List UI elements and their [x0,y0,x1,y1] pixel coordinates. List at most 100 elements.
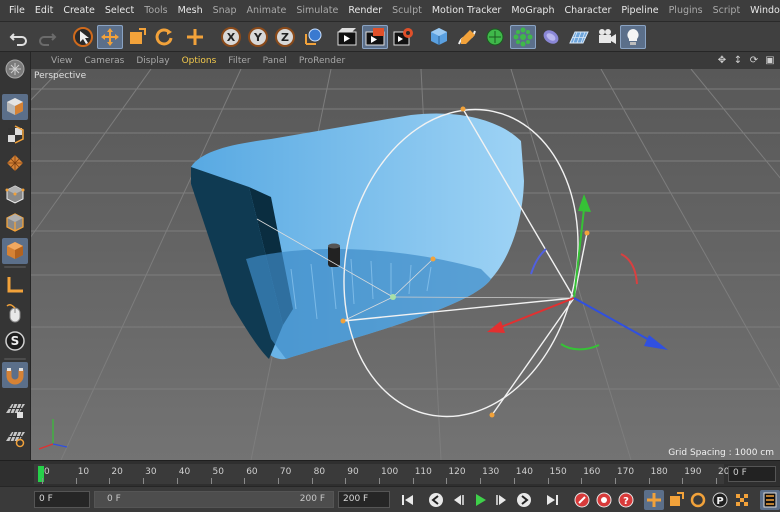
menu-script[interactable]: Script [708,5,746,16]
timeline-tick [75,478,77,484]
deformer-icon[interactable] [538,25,564,49]
pen-spline-icon[interactable] [454,25,480,49]
menu-render[interactable]: Render [343,5,387,16]
timeline-ruler[interactable]: 0 10 20 30 40 50 60 70 80 90 100 110 120 130 140 150 160… [34,464,735,484]
render-view-icon[interactable] [334,25,360,49]
array-icon[interactable] [510,25,536,49]
previous-key-icon[interactable] [426,490,446,510]
grid-spacing-label: Grid Spacing : 1000 cm [668,448,774,458]
snap-icon[interactable]: S [2,328,28,354]
menu-pipeline[interactable]: Pipeline [616,5,663,16]
scale-icon[interactable] [124,25,150,49]
play-icon[interactable] [470,490,490,510]
record-icon[interactable] [572,490,592,510]
menu-animate[interactable]: Animate [242,5,292,16]
end-frame-field[interactable]: 200 F [338,491,390,508]
autokey-icon[interactable] [594,490,614,510]
timeline-tick [446,478,448,484]
move-icon[interactable] [97,25,123,49]
menu-snap[interactable]: Snap [208,5,242,16]
timeline-tick [547,478,549,484]
points-mode-icon[interactable] [2,150,28,176]
locked-workplane-icon[interactable] [2,424,28,450]
keyframe-selection-icon[interactable]: ? [616,490,636,510]
polygons-mode-icon[interactable] [2,210,28,236]
viewport-menu-panel[interactable]: Panel [257,56,293,66]
viewport-menu-filter[interactable]: Filter [222,56,256,66]
polygon-select-icon[interactable] [2,238,28,264]
menu-sculpt[interactable]: Sculpt [387,5,427,16]
zoom-view-icon[interactable]: ↕ [732,53,744,67]
cube-icon[interactable] [426,25,452,49]
previous-frame-icon[interactable] [448,490,468,510]
menu-motion-tracker[interactable]: Motion Tracker [427,5,507,16]
move-view-icon[interactable]: ✥ [716,53,728,67]
viewport-menu-view[interactable]: View [31,56,78,66]
menu-file[interactable]: File [4,5,30,16]
floor-icon[interactable] [566,25,592,49]
light-icon[interactable] [620,25,646,49]
viewport-menu-cameras[interactable]: Cameras [78,56,130,66]
z-axis-lock-icon[interactable]: Z [272,25,298,49]
render-settings-icon[interactable] [390,25,416,49]
svg-text:?: ? [623,496,629,507]
current-frame-field[interactable]: 0 F [728,466,776,482]
menu-plugins[interactable]: Plugins [664,5,708,16]
rotate-view-icon[interactable]: ⟳ [748,53,760,67]
magnet-icon[interactable] [2,362,28,388]
next-frame-icon[interactable] [492,490,512,510]
menu-select[interactable]: Select [100,5,139,16]
redo-icon[interactable] [34,25,60,49]
frame-range-slider[interactable]: 0 F 200 F [94,491,334,508]
rotate-icon[interactable] [151,25,177,49]
tweak-mode-icon[interactable] [2,300,28,326]
viewport-menu-display[interactable]: Display [130,56,175,66]
timeline-tick-label: 20 [111,467,123,477]
viewport-menu-prorender[interactable]: ProRender [293,56,351,66]
menu-mesh[interactable]: Mesh [173,5,208,16]
enable-axis-icon[interactable] [2,272,28,298]
timeline: 0 10 20 30 40 50 60 70 80 90 100 110 120 130 140 150 160… [0,460,780,486]
key-rotation-icon[interactable] [688,490,708,510]
timeline-tick [210,478,212,484]
viewport-menu-options[interactable]: Options [176,56,223,66]
timeline-icon[interactable] [760,490,780,510]
key-scale-icon[interactable] [666,490,686,510]
edges-mode-icon[interactable] [2,182,28,208]
workplane-icon[interactable] [2,122,28,148]
texture-mode-icon[interactable] [2,94,28,120]
menu-edit[interactable]: Edit [30,5,58,16]
camera-icon[interactable] [594,25,620,49]
start-frame-field[interactable]: 0 F [34,491,90,508]
menu-window[interactable]: Window [745,5,780,16]
world-coordinate-icon[interactable] [300,25,326,49]
go-to-start-icon[interactable] [398,490,418,510]
viewport-menu-bar: View Cameras Display Options Filter Panel ProR… [31,52,780,69]
maximize-view-icon[interactable]: ▣ [764,53,776,67]
svg-text:Z: Z [281,31,289,44]
key-pla-icon[interactable] [732,490,752,510]
timeline-tick-label: 90 [347,467,359,477]
timeline-tick-label: 100 [381,467,399,477]
undo-icon[interactable] [6,25,32,49]
key-parameter-icon[interactable]: P [710,490,730,510]
render-picture-viewer-icon[interactable] [362,25,388,49]
next-key-icon[interactable] [514,490,534,510]
live-selection-icon[interactable] [70,25,96,49]
subdivision-icon[interactable] [482,25,508,49]
menu-simulate[interactable]: Simulate [291,5,343,16]
menu-create[interactable]: Create [58,5,100,16]
x-axis-lock-icon[interactable]: X [218,25,244,49]
go-to-end-icon[interactable] [542,490,562,510]
menu-mograph[interactable]: MoGraph [506,5,559,16]
menu-character[interactable]: Character [559,5,616,16]
timeline-tick-label: 170 [616,467,635,477]
timeline-tick-label: 190 [684,467,702,477]
perspective-viewport[interactable]: Perspective Grid Spacing : 1000 cm [31,69,780,460]
menu-tools[interactable]: Tools [139,5,172,16]
recent-tools-icon[interactable] [182,25,208,49]
key-position-icon[interactable] [644,490,664,510]
y-axis-lock-icon[interactable]: Y [245,25,271,49]
make-editable-icon[interactable] [2,56,28,82]
workplane-lock-icon[interactable] [2,396,28,422]
